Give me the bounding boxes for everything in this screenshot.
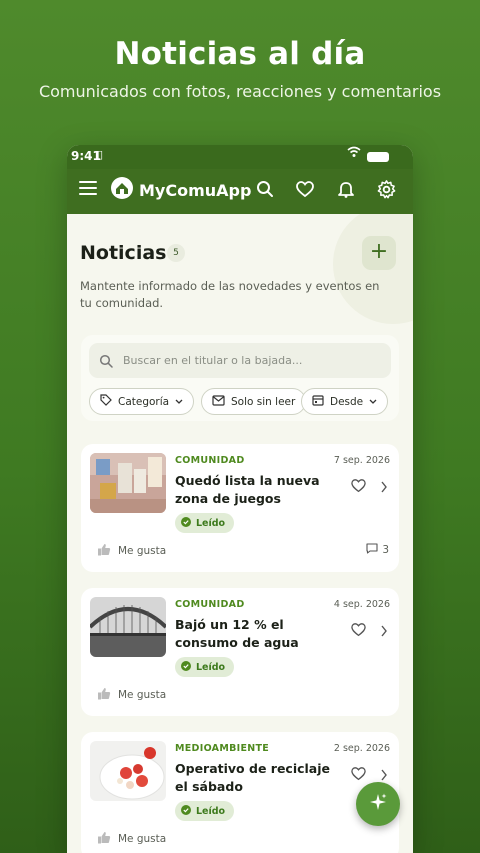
check-circle-icon [181, 516, 191, 530]
add-news-button[interactable]: + [362, 236, 396, 270]
search-input[interactable] [123, 343, 383, 378]
page-description: Mantente informado de las novedades y ev… [80, 279, 380, 310]
news-count-badge: 5 [167, 244, 185, 262]
chevron-down-icon [369, 396, 377, 408]
search-bar[interactable] [89, 343, 391, 378]
envelope-icon [212, 394, 225, 409]
category-filter[interactable]: Categoría [89, 388, 195, 415]
notification-icon: ▯ [97, 148, 104, 161]
like-label: Me gusta [118, 689, 167, 701]
since-filter-label: Desde [330, 395, 364, 408]
news-category: COMUNIDAD [175, 455, 245, 466]
chevron-right-icon[interactable] [380, 622, 388, 641]
news-date: 4 sep. 2026 [333, 599, 390, 610]
unread-filter-label: Solo sin leer [231, 395, 296, 408]
news-content[interactable]: Noticias 5 + Mantente informado de las n… [67, 214, 413, 853]
news-card[interactable]: COMUNIDAD 4 sep. 2026 Bajó un 12 % el co… [81, 588, 399, 716]
thumbs-up-icon [97, 687, 111, 703]
check-circle-icon [181, 660, 191, 674]
news-card[interactable]: MEDIOAMBIENTE 2 sep. 2026 Operativo de r… [81, 732, 399, 853]
news-category: COMUNIDAD [175, 599, 245, 610]
wifi-icon [347, 146, 361, 161]
heart-icon[interactable] [294, 178, 316, 200]
news-date: 7 sep. 2026 [333, 455, 390, 466]
news-title: Quedó lista la nueva zona de juegos [175, 473, 320, 506]
read-status-label: Leído [196, 661, 226, 673]
app-name: MyComuApp [139, 181, 252, 200]
news-thumbnail [90, 597, 166, 657]
read-status-label: Leído [196, 805, 226, 817]
category-filter-label: Categoría [118, 395, 170, 408]
read-status-badge: Leído [175, 657, 235, 677]
comment-icon [366, 543, 378, 557]
thumbs-up-icon [97, 543, 111, 559]
read-status-badge: Leído [175, 513, 235, 533]
status-bar: 9:41 ▯ [67, 145, 413, 169]
chevron-right-icon[interactable] [380, 478, 388, 497]
check-circle-icon [181, 804, 191, 818]
like-button[interactable]: Me gusta [97, 831, 166, 847]
news-title: Bajó un 12 % el consumo de agua [175, 617, 299, 650]
tag-icon [100, 394, 112, 409]
news-title: Operativo de reciclaje el sábado [175, 761, 331, 794]
search-icon [99, 353, 113, 372]
search-icon[interactable] [254, 178, 276, 200]
gear-icon[interactable] [375, 178, 397, 200]
news-category: MEDIOAMBIENTE [175, 743, 270, 754]
like-button[interactable]: Me gusta [97, 687, 166, 703]
filter-panel: Categoría Solo sin leer Desde [81, 335, 399, 421]
news-card[interactable]: COMUNIDAD 7 sep. 2026 Quedó lista la nue… [81, 444, 399, 572]
favorite-heart-icon[interactable] [351, 478, 366, 497]
news-thumbnail [90, 741, 166, 801]
app-bar: MyComuApp [67, 169, 413, 214]
sparkles-icon [368, 792, 388, 816]
news-thumbnail [90, 453, 166, 513]
app-logo-icon [111, 177, 133, 199]
comments-count[interactable]: 3 [366, 543, 389, 557]
battery-icon [367, 152, 389, 162]
hero-subtitle: Comunicados con fotos, reacciones y come… [38, 82, 442, 101]
read-status-badge: Leído [175, 801, 235, 821]
favorite-heart-icon[interactable] [351, 766, 366, 785]
hero-title: Noticias al día [114, 36, 366, 72]
like-button[interactable]: Me gusta [97, 543, 166, 559]
chevron-down-icon [175, 396, 183, 408]
since-filter[interactable]: Desde [301, 388, 389, 415]
plus-icon: + [369, 239, 389, 264]
ai-assistant-button[interactable] [356, 782, 400, 826]
read-status-label: Leído [196, 517, 226, 529]
comments-count-value: 3 [382, 544, 389, 556]
calendar-icon [312, 394, 324, 409]
like-label: Me gusta [118, 833, 167, 845]
favorite-heart-icon[interactable] [351, 622, 366, 641]
news-date: 2 sep. 2026 [333, 743, 390, 754]
menu-icon[interactable] [79, 181, 97, 195]
like-label: Me gusta [118, 545, 167, 557]
phone-screen: 9:41 ▯ MyComuApp Noticias 5 + Mantente i… [67, 145, 413, 853]
bell-icon[interactable] [335, 178, 357, 200]
page-title: Noticias [80, 242, 167, 264]
unread-filter[interactable]: Solo sin leer [201, 388, 307, 415]
thumbs-up-icon [97, 831, 111, 847]
